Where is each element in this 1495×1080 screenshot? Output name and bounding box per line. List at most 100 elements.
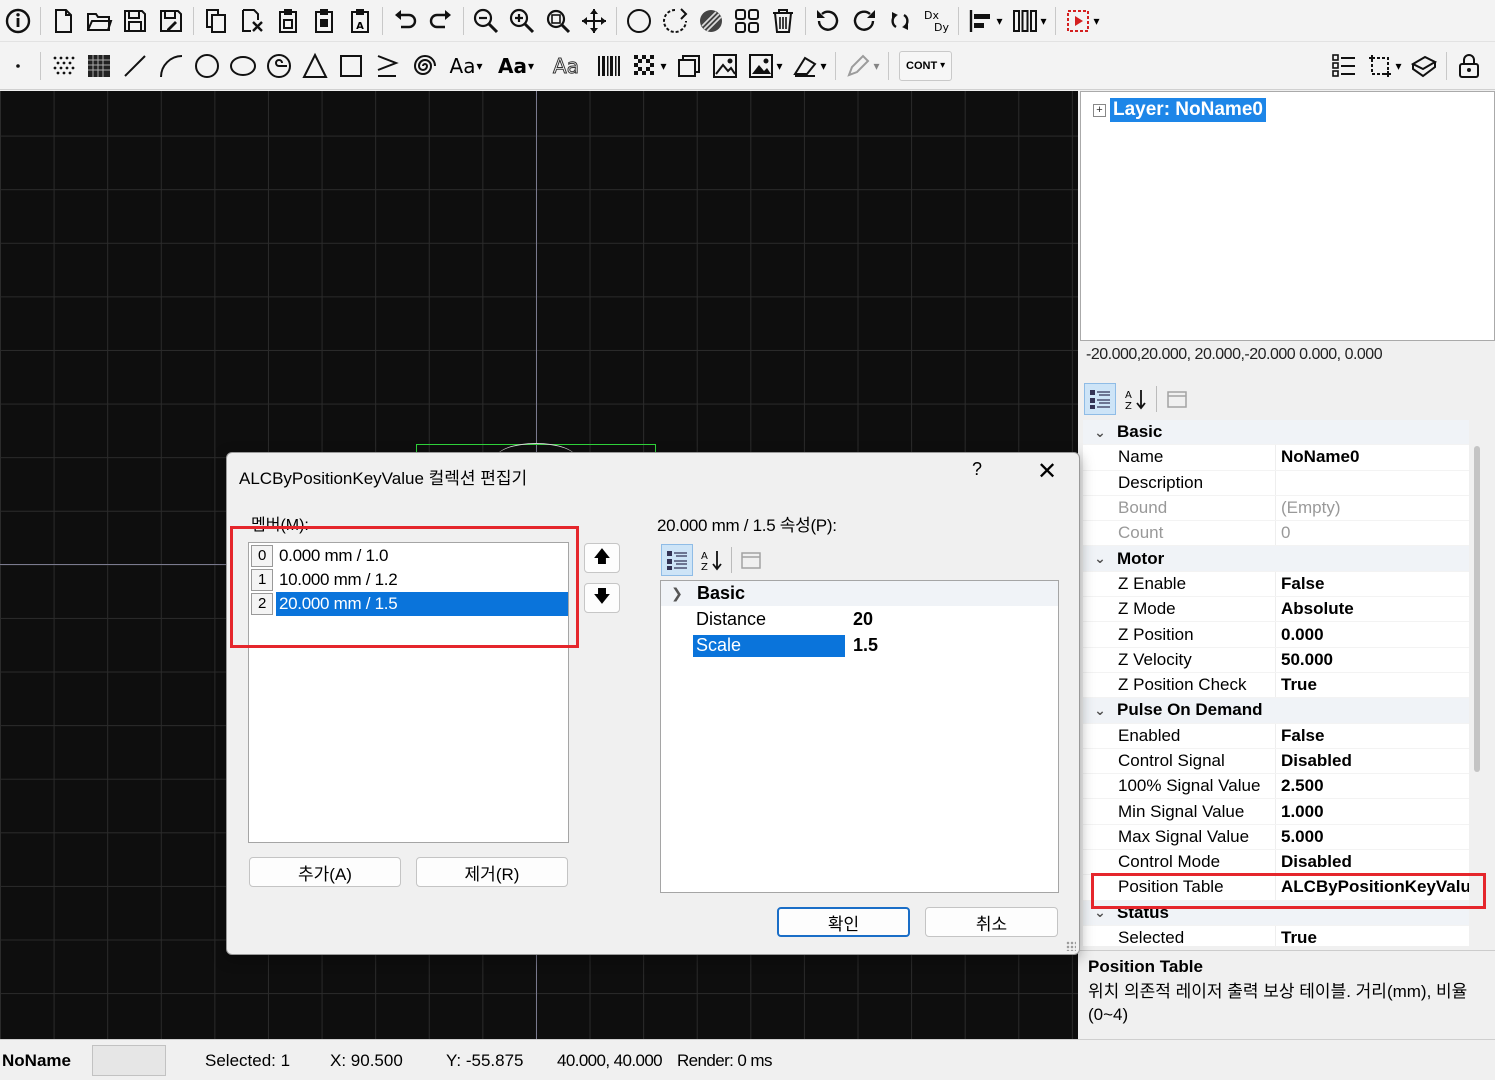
paste-icon[interactable] xyxy=(270,3,306,39)
property-row[interactable]: Description xyxy=(1083,470,1469,496)
list-item[interactable]: 0 0.000 mm / 1.0 xyxy=(251,544,568,568)
property-pages-icon[interactable] xyxy=(1161,383,1193,415)
property-row[interactable]: Z Position 0.000 xyxy=(1083,622,1469,648)
ellipse-icon[interactable] xyxy=(225,48,261,84)
list-item[interactable]: 1 10.000 mm / 1.2 xyxy=(251,568,568,592)
undo-icon[interactable] xyxy=(387,3,423,39)
property-row[interactable]: Z Mode Absolute xyxy=(1083,597,1469,623)
mirror-icon[interactable] xyxy=(882,3,918,39)
property-value[interactable]: Disabled xyxy=(1276,749,1469,773)
close-icon[interactable]: ✕ xyxy=(1031,459,1063,487)
text-bold-icon[interactable]: Aa xyxy=(491,48,541,84)
align-icon[interactable] xyxy=(963,3,1007,39)
property-row[interactable]: Z Enable False xyxy=(1083,571,1469,598)
info-icon[interactable] xyxy=(0,3,36,39)
rectangle-icon[interactable] xyxy=(333,48,369,84)
property-value[interactable]: 0 xyxy=(1276,521,1469,545)
cancel-button[interactable]: 취소 xyxy=(925,907,1058,937)
eraser-icon[interactable] xyxy=(787,48,831,84)
paste-special-icon[interactable] xyxy=(306,3,342,39)
property-value[interactable]: Disabled xyxy=(1276,850,1469,874)
redo-icon[interactable] xyxy=(423,3,459,39)
bounding-box-icon[interactable] xyxy=(1362,48,1406,84)
spiral-icon[interactable] xyxy=(261,48,297,84)
open-folder-icon[interactable] xyxy=(81,3,117,39)
rotate-cw-icon[interactable] xyxy=(846,3,882,39)
dialog-property-grid[interactable]: ❯ Basic Distance 20 Scale 1.5 xyxy=(660,580,1059,893)
move-up-button[interactable]: 🡅 xyxy=(584,543,620,573)
property-row[interactable]: Control Signal Disabled xyxy=(1083,748,1469,775)
image-icon[interactable] xyxy=(707,48,743,84)
property-row[interactable]: Name NoName0 xyxy=(1083,445,1469,471)
raster-icon[interactable] xyxy=(81,48,117,84)
property-row[interactable]: Max Signal Value 5.000 xyxy=(1083,824,1469,851)
property-value[interactable]: 20 xyxy=(845,609,873,630)
property-value[interactable]: 1.000 xyxy=(1276,799,1469,823)
property-row[interactable]: Bound (Empty) xyxy=(1083,495,1469,522)
rotate-ccw-icon[interactable] xyxy=(810,3,846,39)
chevron-down-icon[interactable]: ⌄ xyxy=(1083,904,1117,921)
property-row[interactable]: Distance 20 xyxy=(661,607,1058,632)
pan-icon[interactable] xyxy=(576,3,612,39)
points-icon[interactable] xyxy=(45,48,81,84)
ok-button[interactable]: 확인 xyxy=(777,907,910,937)
property-value[interactable]: True xyxy=(1276,673,1469,697)
lock-icon[interactable] xyxy=(1451,48,1487,84)
property-row[interactable]: Count 0 xyxy=(1083,521,1469,547)
property-value[interactable] xyxy=(1276,471,1469,495)
hatch-icon[interactable] xyxy=(693,3,729,39)
property-value[interactable]: False xyxy=(1276,724,1469,748)
tree-expand-icon[interactable]: + xyxy=(1093,103,1106,117)
circle-select-icon[interactable] xyxy=(621,3,657,39)
save-icon[interactable] xyxy=(117,3,153,39)
property-row[interactable]: Z Velocity 50.000 xyxy=(1083,647,1469,673)
property-value[interactable]: Absolute xyxy=(1276,597,1469,621)
copy-icon[interactable] xyxy=(198,3,234,39)
property-row[interactable]: Selected True xyxy=(1083,925,1469,946)
property-value[interactable]: NoName0 xyxy=(1276,445,1469,469)
group-icon[interactable] xyxy=(729,3,765,39)
cont-button[interactable]: CONT ▾ xyxy=(899,50,953,81)
distribute-icon[interactable] xyxy=(1007,3,1051,39)
cut-icon[interactable] xyxy=(234,3,270,39)
3d-layers-icon[interactable] xyxy=(1406,48,1442,84)
property-value[interactable]: 5.000 xyxy=(1276,825,1469,849)
datamatrix-icon[interactable] xyxy=(627,48,671,84)
property-grid[interactable]: ⌄ Basic Name NoName0 Description Bound (Empty)… xyxy=(1083,420,1469,946)
property-value[interactable]: True xyxy=(1276,926,1469,946)
layer-label[interactable]: Layer: NoName0 xyxy=(1110,98,1266,122)
property-category-basic[interactable]: ❯ Basic xyxy=(661,581,1058,606)
property-row[interactable]: Z Position Check True xyxy=(1083,672,1469,699)
categorized-view-icon[interactable] xyxy=(1084,383,1116,415)
tree-node-layer[interactable]: + Layer: NoName0 xyxy=(1093,98,1266,122)
property-row[interactable]: Scale 1.5 xyxy=(661,633,1058,658)
sort-alphabetical-icon[interactable]: AZ xyxy=(696,544,728,576)
property-value[interactable]: ALCByPositionKeyValu xyxy=(1276,875,1469,899)
property-value[interactable]: 2.500 xyxy=(1276,774,1469,798)
categorized-view-icon[interactable] xyxy=(661,544,693,576)
property-category[interactable]: ⌄ Status xyxy=(1083,900,1469,926)
text-icon[interactable]: Aa xyxy=(441,48,491,84)
pen-icon[interactable] xyxy=(840,48,884,84)
point-icon[interactable] xyxy=(0,48,36,84)
property-grid-scrollbar[interactable] xyxy=(1474,446,1480,772)
chevron-down-icon[interactable]: ⌄ xyxy=(1083,550,1117,567)
zoom-in-icon[interactable] xyxy=(504,3,540,39)
triangle-icon[interactable] xyxy=(297,48,333,84)
property-row[interactable]: Control Mode Disabled xyxy=(1083,850,1469,876)
property-category[interactable]: ⌄ Basic xyxy=(1083,420,1469,446)
polyline-icon[interactable] xyxy=(369,48,405,84)
remove-button[interactable]: 제거(R) xyxy=(416,857,568,887)
zoom-window-icon[interactable] xyxy=(540,3,576,39)
help-button[interactable]: ? xyxy=(965,459,989,487)
property-row[interactable]: Min Signal Value 1.000 xyxy=(1083,799,1469,825)
arc-icon[interactable] xyxy=(153,48,189,84)
paste-text-icon[interactable]: A xyxy=(342,3,378,39)
move-down-button[interactable]: 🡇 xyxy=(584,583,620,613)
save-as-icon[interactable] xyxy=(153,3,189,39)
resize-grip[interactable] xyxy=(1066,941,1076,951)
layer-icon[interactable] xyxy=(671,48,707,84)
list-view-icon[interactable] xyxy=(1326,48,1362,84)
run-icon[interactable] xyxy=(1060,3,1104,39)
property-value[interactable]: 50.000 xyxy=(1276,648,1469,672)
